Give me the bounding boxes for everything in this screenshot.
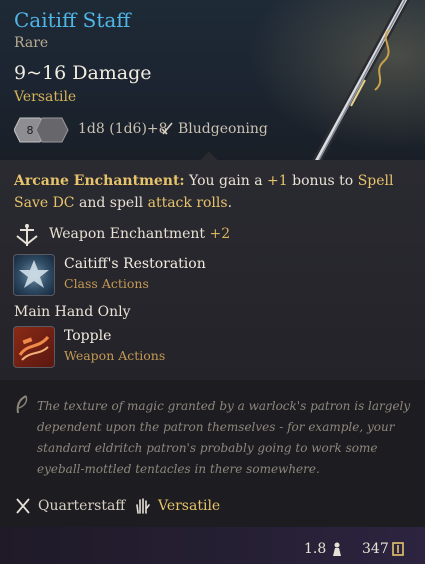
item-property: Versatile: [14, 89, 77, 105]
enchantment-icon: [16, 224, 38, 246]
item-footer: 1.8 347: [0, 527, 425, 564]
action-caitiffs-restoration[interactable]: Caitiff's Restoration Class Actions: [13, 254, 413, 298]
tag-versatile: Versatile: [158, 498, 221, 514]
lore-section: The texture of magic granted by a warloc…: [0, 380, 425, 485]
weapon-enchantment-value: +2: [209, 226, 231, 242]
topple-icon: [13, 326, 55, 368]
damage-type: Bludgeoning: [178, 121, 268, 137]
weapon-enchantment-row: Weapon Enchantment +2: [14, 222, 414, 248]
arcane-enchantment-text: Arcane Enchantment: You gain a +1 bonus …: [14, 173, 394, 211]
item-rarity: Rare: [14, 35, 49, 51]
hand-icon: [136, 498, 150, 514]
item-header: Caitiff Staff Rare 9~16 Damage Versatile…: [0, 0, 425, 160]
sword-icon: [161, 122, 173, 135]
restoration-icon: [13, 254, 55, 296]
action-topple[interactable]: Topple Weapon Actions: [13, 326, 413, 370]
dice-icon: 8: [14, 117, 69, 143]
tag-row: Quarterstaff Versatile: [0, 485, 425, 527]
quill-icon: [16, 395, 28, 414]
tag-quarterstaff: Quarterstaff: [38, 498, 126, 514]
item-weight: 1.8: [304, 541, 327, 557]
gold-coin-icon: [392, 542, 404, 556]
weapon-enchantment-label: Weapon Enchantment: [49, 226, 206, 242]
action-name: Topple: [64, 328, 112, 344]
damage-formula: 1d8 (1d6)+8: [78, 121, 168, 137]
crossed-staves-icon: [16, 498, 30, 514]
action-category: Class Actions: [64, 276, 149, 291]
item-details: Arcane Enchantment: You gain a +1 bonus …: [0, 160, 425, 380]
action-name: Caitiff's Restoration: [64, 256, 206, 272]
action-category: Weapon Actions: [64, 348, 166, 363]
staff-illustration: [312, 0, 410, 160]
die-value: 8: [27, 124, 34, 137]
main-hand-label: Main Hand Only: [14, 304, 131, 320]
item-damage: 9~16 Damage: [14, 62, 152, 84]
enchantment-label: Arcane Enchantment:: [14, 173, 185, 189]
weight-icon: [333, 542, 341, 556]
item-name: Caitiff Staff: [14, 8, 131, 32]
item-value: 347: [362, 541, 389, 557]
lore-text: The texture of magic granted by a warloc…: [37, 399, 411, 476]
